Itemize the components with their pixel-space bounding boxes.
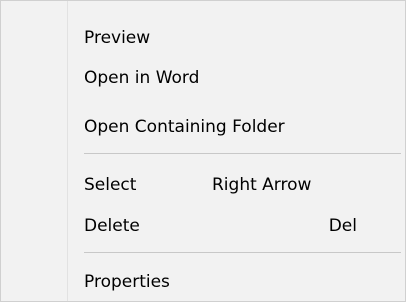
- menu-item-shortcut: Del: [328, 216, 357, 236]
- menu-item-open-in-word[interactable]: Open in Word: [67, 56, 405, 100]
- context-menu: Preview Open in Word Open Containing Fol…: [0, 0, 406, 302]
- menu-item-open-containing-folder[interactable]: Open Containing Folder: [67, 105, 405, 149]
- menu-item-label: Delete: [84, 216, 140, 236]
- menu-item-label: Properties: [84, 272, 170, 292]
- menu-item-label: Select: [84, 175, 137, 195]
- menu-separator: [84, 252, 401, 253]
- menu-item-select[interactable]: Select Right Arrow: [67, 163, 405, 207]
- menu-item-properties[interactable]: Properties: [67, 260, 405, 302]
- menu-icon-gutter: [1, 1, 67, 301]
- menu-item-shortcut: Right Arrow: [212, 175, 312, 195]
- menu-item-delete[interactable]: Delete Del: [67, 204, 405, 248]
- menu-item-preview[interactable]: Preview: [67, 16, 405, 60]
- menu-separator: [84, 153, 401, 154]
- menu-item-label: Preview: [84, 28, 151, 48]
- menu-item-label: Open Containing Folder: [84, 117, 285, 137]
- menu-item-label: Open in Word: [84, 68, 200, 88]
